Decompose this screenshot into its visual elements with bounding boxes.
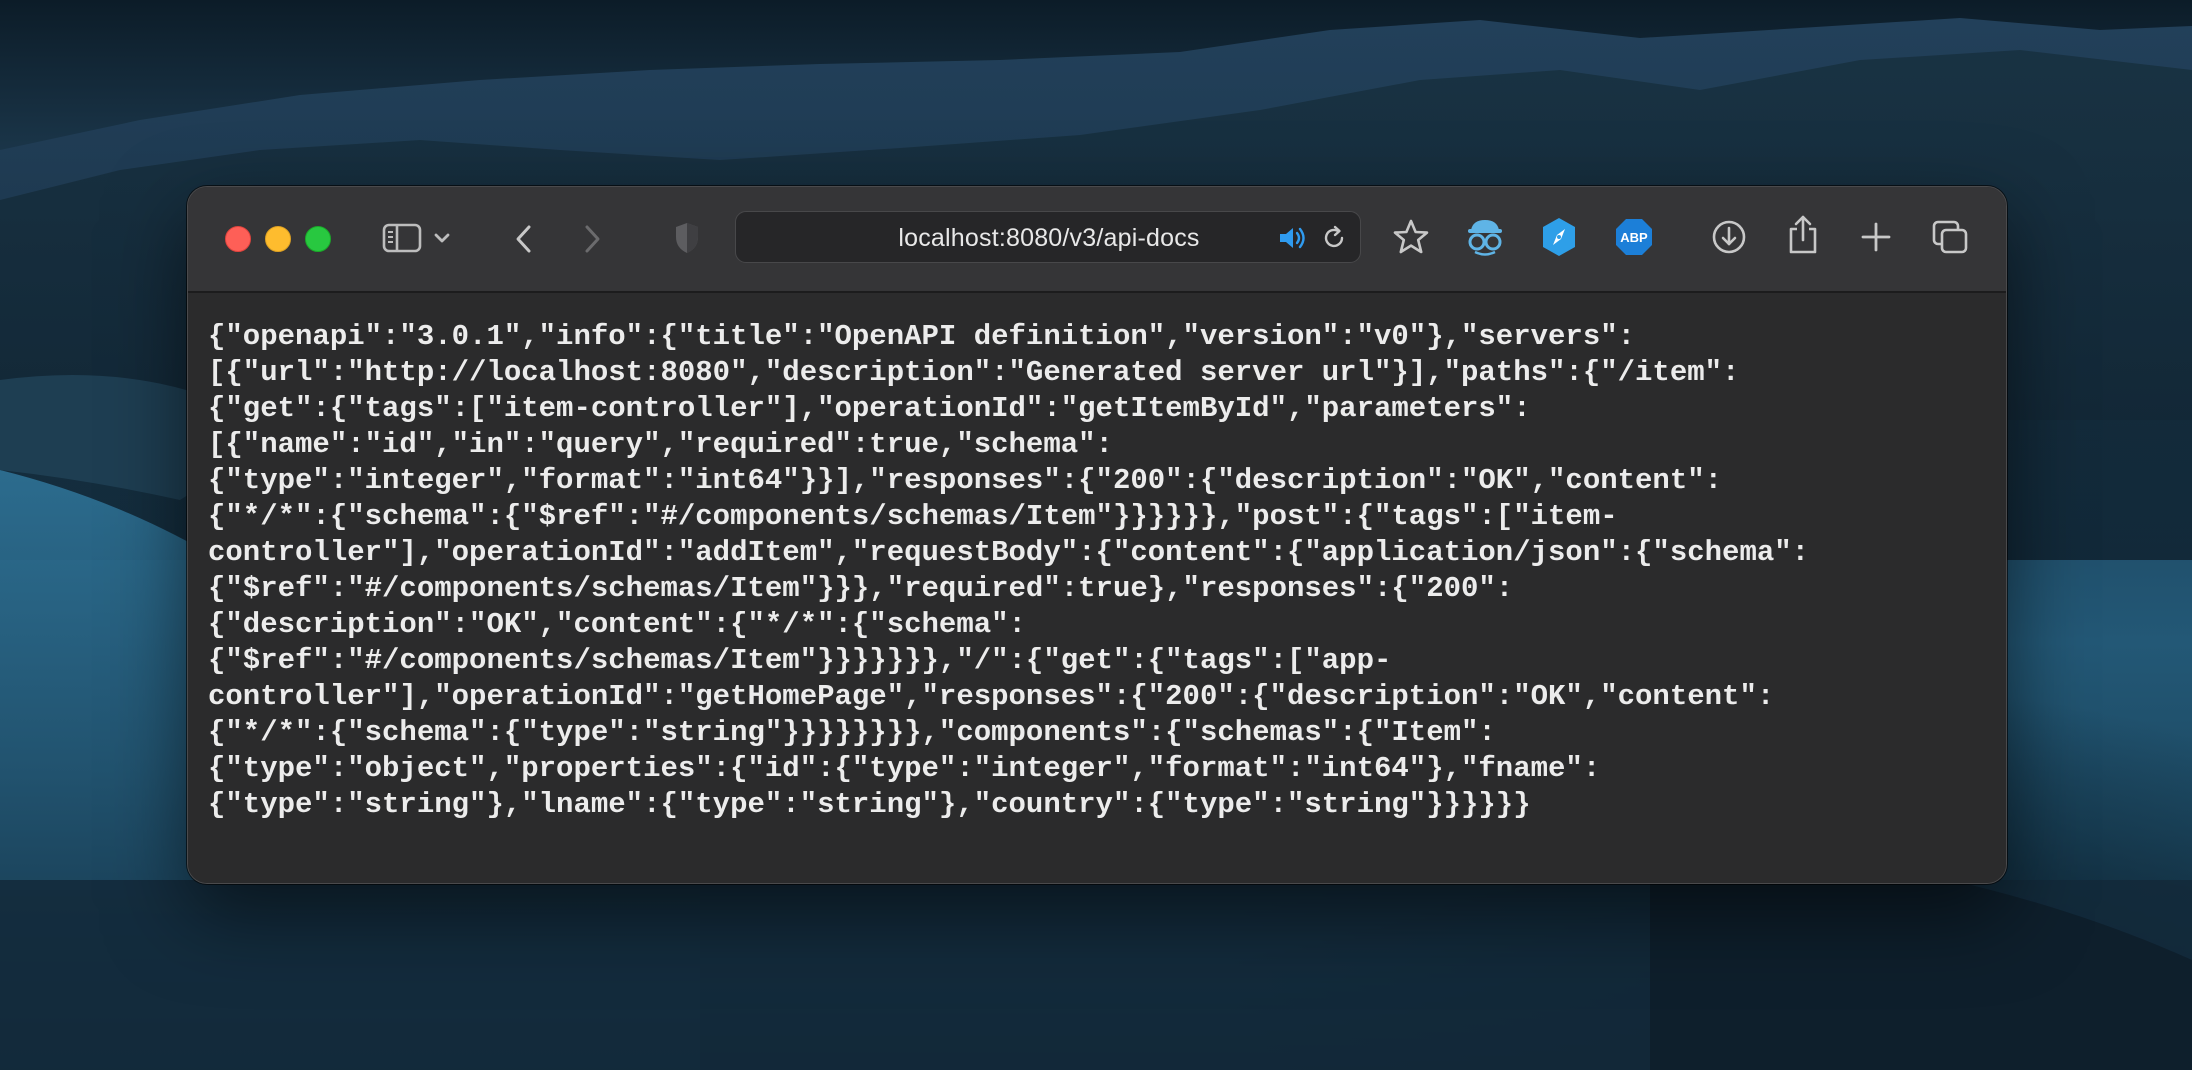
sidebar-icon[interactable] (381, 221, 423, 255)
new-tab-icon[interactable] (1858, 219, 1894, 255)
tab-overview-icon[interactable] (1930, 218, 1970, 256)
browser-toolbar: localhost:8080/v3/api-docs ABP (188, 187, 2006, 293)
desktop-wallpaper: localhost:8080/v3/api-docs ABP {"openapi… (0, 0, 2192, 1070)
address-url-text[interactable]: localhost:8080/v3/api-docs (736, 212, 1362, 264)
json-line: {"*/*":{"schema":{"type":"string"}}}}}}}… (208, 716, 1496, 749)
minimize-window-button[interactable] (265, 226, 291, 252)
json-line: controller"],"operationId":"getHomePage"… (208, 680, 1775, 713)
zoom-window-button[interactable] (305, 226, 331, 252)
json-line: [{"url":"http://localhost:8080","descrip… (208, 356, 1740, 389)
share-icon[interactable] (1784, 213, 1822, 257)
chevron-down-icon[interactable] (432, 227, 452, 249)
page-content: {"openapi":"3.0.1","info":{"title":"Open… (188, 293, 2006, 883)
json-line: controller"],"operationId":"addItem","re… (208, 536, 1810, 569)
json-line: {"get":{"tags":["item-controller"],"oper… (208, 392, 1531, 425)
json-line: {"*/*":{"schema":{"$ref":"#/components/s… (208, 500, 1618, 533)
spy-glasses-extension-icon[interactable] (1465, 215, 1505, 259)
json-line: {"type":"string"},"lname":{"type":"strin… (208, 788, 1531, 821)
address-bar[interactable]: localhost:8080/v3/api-docs (735, 211, 1361, 263)
json-line: {"type":"object","properties":{"id":{"ty… (208, 752, 1601, 785)
privacy-shield-icon[interactable] (672, 220, 702, 256)
adblock-plus-extension-icon[interactable]: ABP (1613, 216, 1655, 258)
back-icon[interactable] (510, 221, 536, 257)
reload-icon[interactable] (1320, 224, 1348, 252)
json-line: {"description":"OK","content":{"*/*":{"s… (208, 608, 1026, 641)
bookmark-star-icon[interactable] (1391, 217, 1431, 257)
json-response-text: {"openapi":"3.0.1","info":{"title":"Open… (208, 319, 1998, 823)
json-line: {"$ref":"#/components/schemas/Item"}}}}}… (208, 644, 1392, 677)
compass-extension-icon[interactable] (1539, 216, 1579, 258)
json-line: [{"name":"id","in":"query","required":tr… (208, 428, 1113, 461)
downloads-icon[interactable] (1709, 217, 1749, 257)
forward-icon[interactable] (580, 221, 606, 257)
abp-label: ABP (1620, 230, 1648, 245)
json-line: {"type":"integer","format":"int64"}}],"r… (208, 464, 1723, 497)
json-line: {"$ref":"#/components/schemas/Item"}}},"… (208, 572, 1514, 605)
browser-window: localhost:8080/v3/api-docs ABP {"openapi… (187, 186, 2007, 884)
json-line: {"openapi":"3.0.1","info":{"title":"Open… (208, 320, 1636, 353)
speaker-icon[interactable] (1276, 224, 1308, 252)
close-window-button[interactable] (225, 226, 251, 252)
